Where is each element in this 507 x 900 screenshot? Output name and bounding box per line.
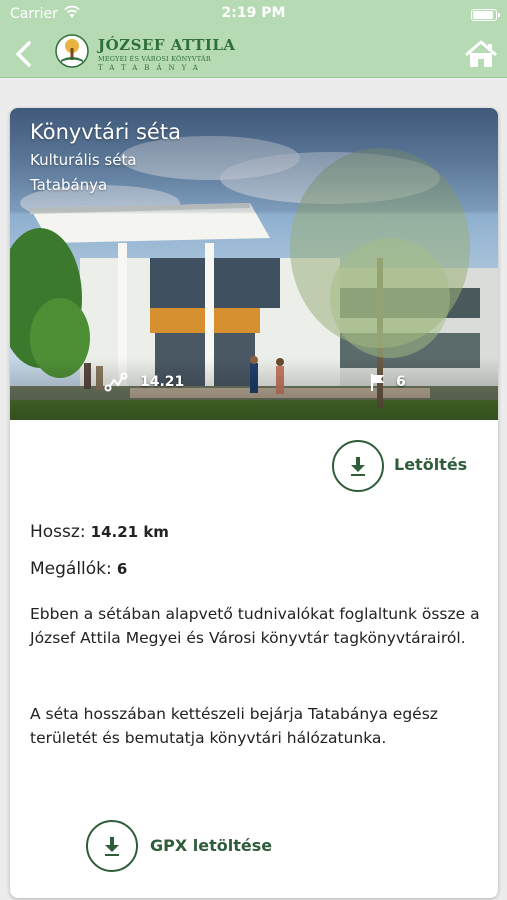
- download-icon: [351, 457, 365, 476]
- walk-card: Könyvtári séta Kulturális séta Tatabánya…: [10, 108, 498, 898]
- library-logo: JÓZSEF ATTILA MEGYEI ÉS VÁROSI KÖNYVTÁR …: [54, 33, 264, 75]
- nav-bar: JÓZSEF ATTILA MEGYEI ÉS VÁROSI KÖNYVTÁR …: [0, 30, 507, 78]
- library-emblem-icon: [55, 34, 89, 68]
- logo-city: TATABÁNYA: [98, 64, 205, 72]
- length-row: Hossz: 14.21 km: [30, 522, 169, 542]
- stops-count: 6: [116, 560, 128, 578]
- logo-subtitle: MEGYEI ÉS VÁROSI KÖNYVTÁR: [98, 55, 211, 63]
- gpx-download-label: GPX letöltése: [150, 836, 273, 855]
- download-icon: [105, 837, 119, 856]
- status-bar: Carrier 2:19 PM: [0, 0, 507, 30]
- stops-row: Megállók: 6: [30, 559, 127, 579]
- download-circle: [332, 440, 384, 492]
- length-value: 14.21 km: [90, 523, 169, 541]
- stops-value: 6: [396, 374, 406, 390]
- home-icon[interactable]: [463, 38, 499, 70]
- clock: 2:19 PM: [221, 5, 286, 21]
- chevron-left-icon[interactable]: [10, 38, 40, 70]
- gpx-download-circle: [86, 820, 138, 872]
- length-label: Hossz:: [30, 522, 86, 542]
- stops-label: Megállók:: [30, 559, 112, 579]
- distance-value: 14.21: [140, 374, 185, 390]
- description-paragraph-1: Ebben a sétában alapvető tudnivalókat fo…: [30, 605, 480, 647]
- walk-hero-image: Könyvtári séta Kulturális séta Tatabánya…: [10, 108, 498, 420]
- description-paragraph-2: A séta hosszában kettészeli bejárja Tata…: [30, 705, 438, 747]
- download-button[interactable]: Letöltés: [332, 440, 482, 494]
- walk-city: Tatabánya: [30, 176, 108, 194]
- walk-title: Könyvtári séta: [30, 120, 181, 144]
- walk-category: Kulturális séta: [30, 151, 137, 169]
- download-label: Letöltés: [394, 455, 468, 474]
- route-icon: [104, 372, 128, 392]
- gpx-download-button[interactable]: GPX letöltése: [86, 820, 306, 874]
- battery-icon: [471, 9, 500, 21]
- logo-title: JÓZSEF ATTILA: [98, 36, 236, 54]
- flag-icon: [371, 374, 384, 391]
